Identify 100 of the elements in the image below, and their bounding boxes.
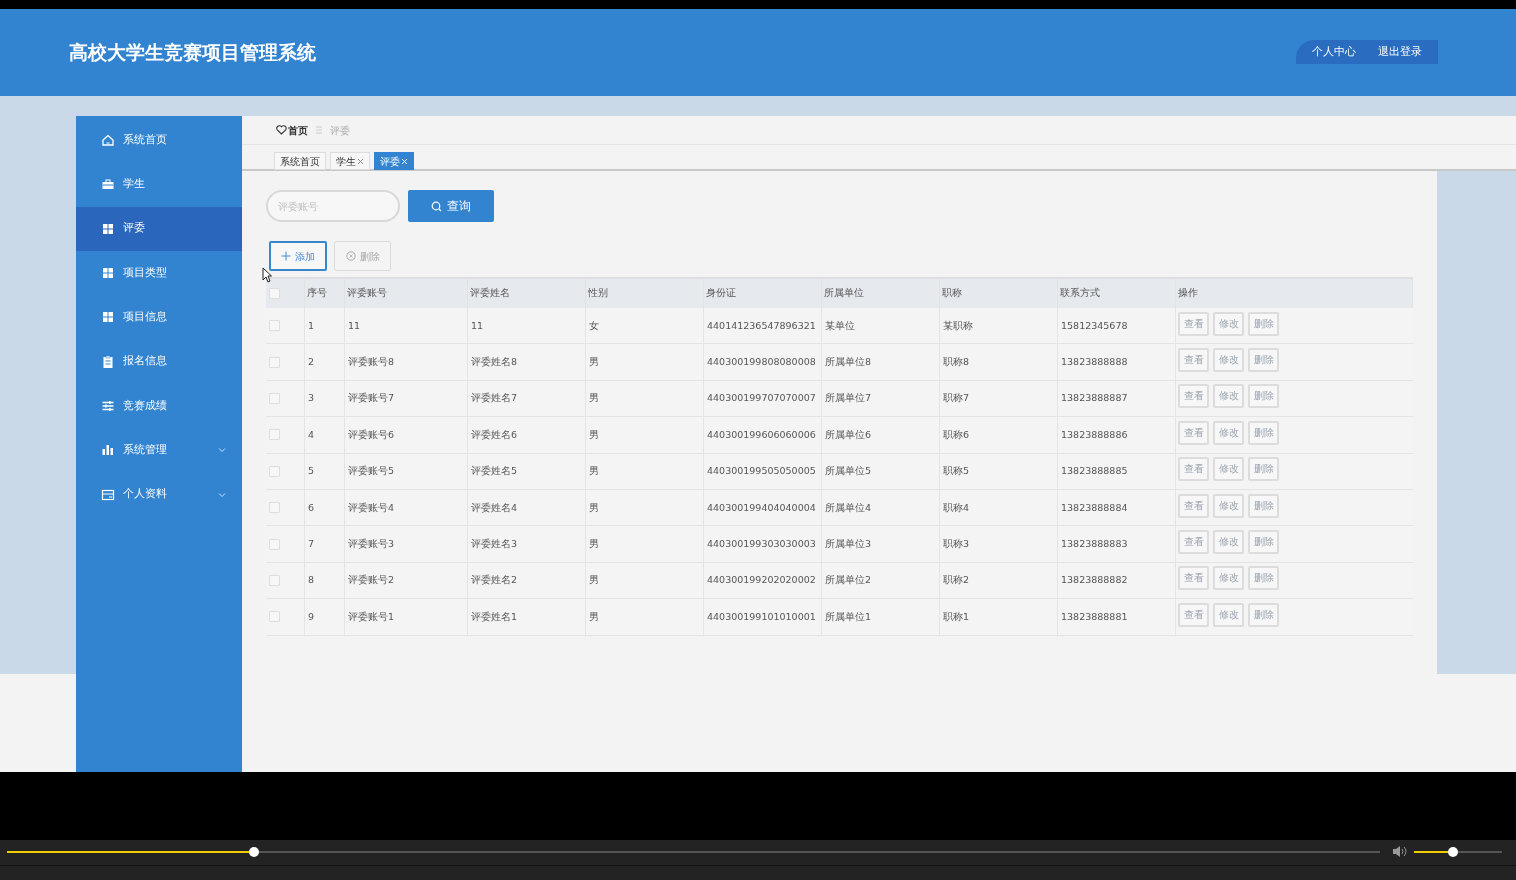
sidebar-item[interactable]: 项目类型 bbox=[76, 250, 242, 296]
table-cell: 4 bbox=[308, 427, 315, 442]
sidebar-item[interactable]: 报名信息 bbox=[76, 339, 242, 384]
page-tab[interactable]: 评委 bbox=[374, 152, 414, 170]
table-cell: 某职称 bbox=[943, 318, 973, 333]
breadcrumb-text: 评委 bbox=[330, 123, 350, 138]
row-action-button[interactable]: 删除 bbox=[1248, 602, 1279, 627]
table-cell: 评委账号5 bbox=[348, 464, 395, 479]
search-button[interactable]: 查询 bbox=[408, 190, 494, 222]
row-action-button[interactable]: 查看 bbox=[1178, 566, 1209, 591]
header-link[interactable]: 个人中心 bbox=[1312, 43, 1356, 61]
table-cell-text: 所属单位8 bbox=[825, 354, 872, 369]
sidebar-item[interactable]: 系统管理 bbox=[76, 428, 242, 473]
row-action-button[interactable]: 修改 bbox=[1213, 384, 1244, 409]
row-action-button[interactable]: 修改 bbox=[1213, 457, 1244, 482]
column-header: 评委账号 bbox=[347, 286, 387, 301]
table-cell: 评委账号6 bbox=[348, 427, 395, 442]
table-cell: 职称2 bbox=[943, 573, 970, 588]
table-cell: 评委姓名5 bbox=[471, 464, 518, 479]
row-action-button[interactable]: 删除 bbox=[1248, 420, 1279, 445]
row-action-button[interactable]: 删除 bbox=[1248, 493, 1279, 518]
sidebar-item[interactable]: 系统首页 bbox=[76, 118, 242, 163]
speaker-icon[interactable] bbox=[1392, 845, 1408, 858]
table-cell: 11 bbox=[348, 318, 361, 333]
row-action-button[interactable]: 删除 bbox=[1248, 311, 1279, 336]
table-cell: 15812345678 bbox=[1061, 318, 1128, 333]
row-action-button[interactable]: 修改 bbox=[1213, 602, 1244, 627]
row-action-button[interactable]: 删除 bbox=[1248, 348, 1279, 373]
column-header: 职称 bbox=[942, 286, 962, 301]
header-link[interactable]: 退出登录 bbox=[1378, 43, 1422, 61]
bar-chart-icon bbox=[101, 443, 115, 458]
row-action-button[interactable]: 查看 bbox=[1178, 530, 1209, 555]
row-action-button[interactable]: 修改 bbox=[1213, 420, 1244, 445]
row-action-button[interactable]: 查看 bbox=[1178, 420, 1209, 445]
page-tab[interactable]: 系统首页 bbox=[274, 152, 326, 170]
sidebar-item[interactable]: 项目信息 bbox=[76, 295, 242, 340]
volume-handle[interactable] bbox=[1447, 847, 1458, 857]
home-icon bbox=[101, 133, 115, 148]
add-button[interactable]: 添加 bbox=[269, 241, 327, 271]
table-cell: 11 bbox=[471, 318, 484, 333]
table-cell-text: 评委账号8 bbox=[348, 354, 395, 369]
table-cell: 评委姓名6 bbox=[471, 427, 518, 442]
row-action-button[interactable]: 修改 bbox=[1213, 493, 1244, 518]
close-icon[interactable] bbox=[357, 157, 364, 165]
checkbox[interactable] bbox=[269, 320, 280, 332]
row-action-button[interactable]: 修改 bbox=[1213, 566, 1244, 591]
checkbox[interactable] bbox=[269, 465, 280, 477]
row-action-button[interactable]: 修改 bbox=[1213, 348, 1244, 373]
table-cell: 评委账号4 bbox=[348, 500, 395, 515]
table-cell: 8 bbox=[308, 573, 315, 588]
table-cell: 评委姓名7 bbox=[471, 391, 518, 406]
close-circle-icon bbox=[345, 251, 356, 261]
table-cell-text: 评委姓名8 bbox=[471, 354, 518, 369]
table-cell: 440300199101010001 bbox=[707, 609, 816, 624]
table-cell: 所属单位1 bbox=[825, 609, 872, 624]
row-action-button[interactable]: 查看 bbox=[1178, 348, 1209, 373]
checkbox[interactable] bbox=[269, 392, 280, 404]
sidebar-item[interactable]: 个人资料 bbox=[76, 472, 242, 517]
sidebar-item[interactable]: 评委 bbox=[76, 206, 242, 251]
checkbox[interactable] bbox=[269, 429, 280, 441]
table-cell: 13823888885 bbox=[1061, 464, 1128, 479]
row-action-button[interactable]: 修改 bbox=[1213, 311, 1244, 336]
row-action-button[interactable]: 删除 bbox=[1248, 457, 1279, 482]
grid-icon bbox=[101, 310, 115, 325]
table-cell: 男 bbox=[589, 609, 599, 624]
table-cell: 440300199404040004 bbox=[707, 500, 816, 515]
row-action-button[interactable]: 查看 bbox=[1178, 493, 1209, 518]
checkbox[interactable] bbox=[269, 288, 280, 299]
sidebar-item[interactable]: 竞赛成绩 bbox=[76, 383, 242, 429]
sliders-icon bbox=[101, 398, 115, 413]
row-action-button[interactable]: 删除 bbox=[1248, 530, 1279, 555]
table-cell: 评委姓名4 bbox=[471, 500, 518, 515]
table-cell: 男 bbox=[589, 500, 599, 515]
delete-button[interactable]: 删除 bbox=[334, 241, 391, 271]
table-cell: 440300199707070007 bbox=[707, 391, 816, 406]
table-cell: 评委账号2 bbox=[348, 573, 395, 588]
page-tab[interactable]: 学生 bbox=[330, 152, 370, 170]
row-action-button[interactable]: 查看 bbox=[1178, 384, 1209, 409]
row-action-button[interactable]: 修改 bbox=[1213, 530, 1244, 555]
column-header: 联系方式 bbox=[1060, 286, 1100, 301]
row-action-button[interactable]: 查看 bbox=[1178, 602, 1209, 627]
checkbox[interactable] bbox=[269, 611, 280, 623]
row-action-button[interactable]: 查看 bbox=[1178, 457, 1209, 482]
card-icon bbox=[101, 487, 115, 502]
table-cell: 男 bbox=[589, 464, 599, 479]
chevron-down-icon bbox=[218, 447, 226, 454]
row-action-button[interactable]: 查看 bbox=[1178, 311, 1209, 336]
checkbox[interactable] bbox=[269, 502, 280, 514]
breadcrumb-link[interactable]: 首页 bbox=[288, 122, 308, 138]
sidebar-item[interactable]: 学生 bbox=[76, 162, 242, 207]
row-action-button[interactable]: 删除 bbox=[1248, 384, 1279, 409]
checkbox[interactable] bbox=[269, 574, 280, 586]
checkbox[interactable] bbox=[269, 538, 280, 550]
table-cell: 所属单位4 bbox=[825, 500, 872, 515]
grid-icon bbox=[101, 221, 115, 236]
checkbox[interactable] bbox=[269, 356, 280, 368]
table-cell: 评委姓名2 bbox=[471, 573, 518, 588]
row-action-button[interactable]: 删除 bbox=[1248, 566, 1279, 591]
progress-handle[interactable] bbox=[249, 847, 260, 857]
column-header: 性别 bbox=[588, 286, 608, 301]
